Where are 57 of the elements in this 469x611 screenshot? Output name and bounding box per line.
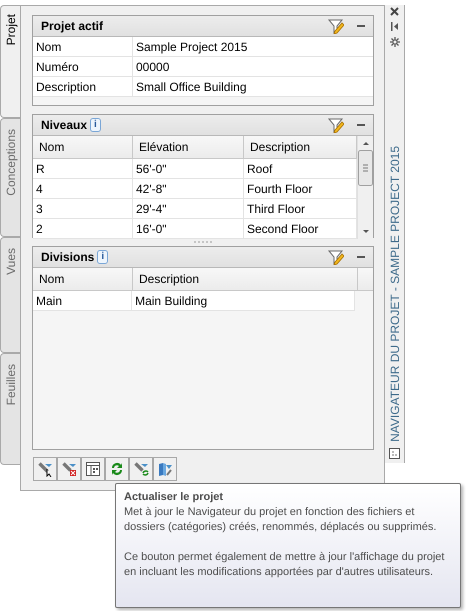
update-button[interactable] (129, 457, 153, 481)
side-tab[interactable]: Feuilles (0, 353, 20, 465)
panel-title: Projet actif (41, 19, 104, 33)
remove-button[interactable] (57, 457, 81, 481)
minimize-icon[interactable] (357, 124, 365, 126)
table-cell: 56'-0" (133, 159, 244, 178)
table-cell: 3 (33, 199, 133, 218)
column-header[interactable]: Elévation (133, 136, 244, 158)
scroll-thumb[interactable] (358, 150, 373, 186)
filter-pencil-icon[interactable] (328, 18, 344, 34)
pencil-delete-icon (61, 461, 77, 477)
table-cell: 42'-8" (133, 179, 244, 198)
info-icon[interactable]: i (97, 250, 108, 264)
tooltip-text: Met à jour le Navigateur du projet en fonction des fichiers et dossiers (catégories) créés, renommés, déplacés ou supprimés. (124, 505, 438, 535)
book-pencil-icon (157, 461, 173, 477)
panel-title: Divisions (41, 250, 94, 264)
scrollbar[interactable] (357, 136, 373, 239)
column-header[interactable]: Description (133, 268, 358, 290)
table-cell: Main (33, 291, 132, 310)
property-label: Nom (33, 37, 133, 56)
refresh-button[interactable] (105, 457, 129, 481)
property-value: Small Office Building (135, 78, 248, 96)
table-cell: R (33, 159, 133, 178)
side-tab[interactable]: Vues (0, 237, 20, 353)
select-tool-button[interactable] (33, 457, 57, 481)
tooltip-text: Ce bouton permet également de mettre à jour l'affichage du projet en incluant les modifications apportées par d'autres utilisateurs. (124, 550, 446, 580)
open-button[interactable] (153, 457, 177, 481)
column-header[interactable]: Nom (33, 268, 133, 290)
property-value: Sample Project 2015 (135, 38, 248, 56)
auto-hide-icon[interactable] (390, 22, 399, 31)
close-icon[interactable] (390, 7, 399, 16)
info-icon[interactable]: i (90, 118, 101, 132)
tooltip-title: Actualiser le projet (124, 490, 224, 505)
column-header[interactable]: Nom (33, 136, 133, 158)
table-cell: 2 (33, 219, 133, 238)
panel-title: Niveaux (41, 118, 88, 132)
layout-button[interactable] (81, 457, 105, 481)
pencil-cursor-icon (37, 461, 53, 477)
window-grid-icon (85, 461, 101, 477)
minimize-icon[interactable] (357, 24, 365, 28)
table-cell: Main Building (132, 291, 355, 310)
property-value: 00000 (135, 58, 170, 76)
refresh-icon (109, 461, 125, 477)
filter-pencil-icon[interactable] (328, 249, 344, 265)
settings-icon[interactable] (390, 37, 400, 47)
side-tab[interactable]: Projet (0, 5, 20, 118)
table-cell: 29'-4" (133, 199, 244, 218)
table-cell: 16'-0" (133, 219, 244, 238)
palette-title: NAVIGATEUR DU PROJET - SAMPLE PROJECT 2015 (388, 146, 402, 442)
properties-icon[interactable] (389, 448, 400, 459)
property-label: Description (33, 77, 133, 96)
pencil-sync-icon (133, 461, 149, 477)
table-cell: 4 (33, 179, 133, 198)
filter-pencil-icon[interactable] (328, 117, 344, 133)
minimize-icon[interactable] (357, 256, 365, 258)
property-label: Numéro (33, 57, 133, 76)
side-tab[interactable]: Conceptions (0, 118, 20, 237)
